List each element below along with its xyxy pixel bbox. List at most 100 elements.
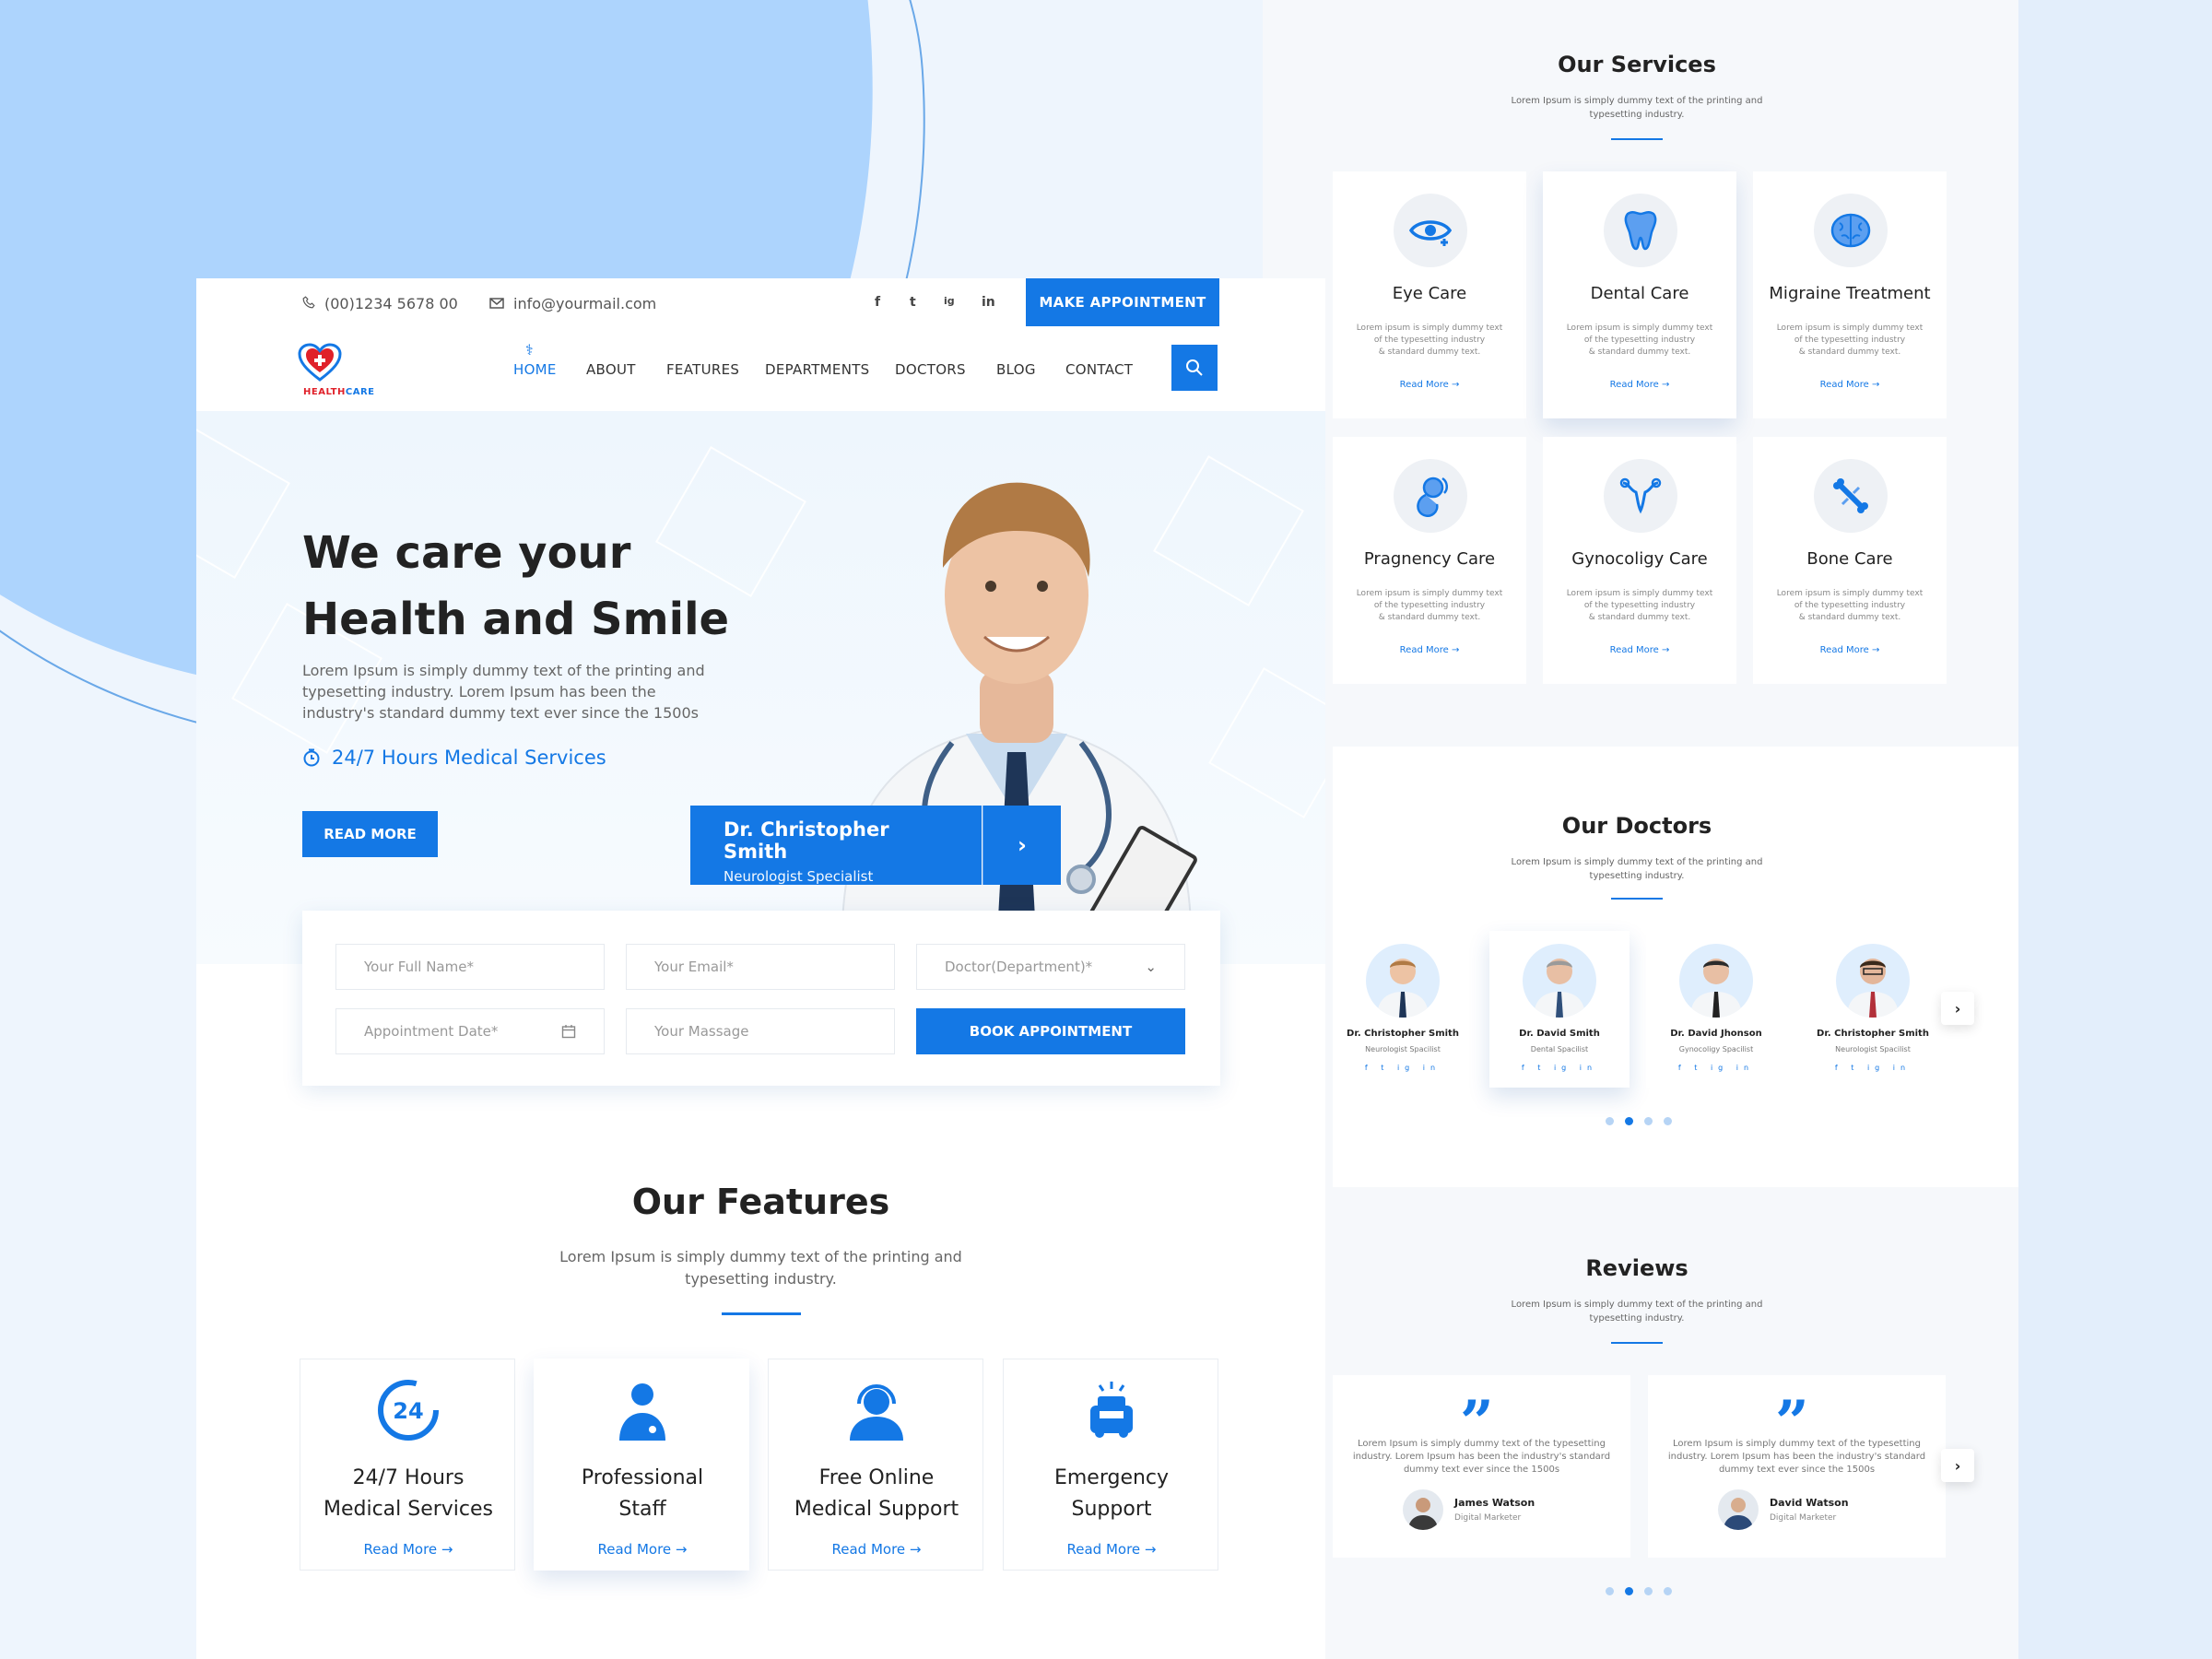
message-field[interactable]: Your Massage bbox=[626, 1008, 895, 1054]
doctor-social-links[interactable]: f t ig in bbox=[1803, 1064, 1943, 1072]
service-read-more-link[interactable]: Read More → bbox=[1543, 645, 1736, 655]
doctor-social-links[interactable]: f t ig in bbox=[1333, 1064, 1473, 1072]
linkedin-icon[interactable]: in bbox=[982, 295, 995, 310]
full-name-placeholder: Your Full Name* bbox=[364, 959, 474, 975]
feature-read-more-link[interactable]: Read More → bbox=[300, 1541, 516, 1558]
doctor-card[interactable]: Dr. Christopher Smith Neurologist Spacil… bbox=[1333, 931, 1473, 1088]
nav-features[interactable]: FEATURES bbox=[666, 361, 739, 378]
brain-icon bbox=[1830, 213, 1871, 248]
doctor-avatar bbox=[1679, 944, 1753, 1018]
service-desc-line2: of the typesetting industry bbox=[1794, 601, 1906, 610]
feature-card[interactable]: Professional Staff Read More → bbox=[534, 1359, 749, 1571]
reviewer-role: Digital Marketer bbox=[1454, 1513, 1522, 1523]
ambulance-icon bbox=[1090, 1382, 1133, 1438]
carousel-dot[interactable] bbox=[1644, 1587, 1653, 1595]
reviews-subtitle: Lorem Ipsum is simply dummy text of the … bbox=[1333, 1298, 1941, 1325]
feature-read-more-link[interactable]: Read More → bbox=[1004, 1541, 1219, 1558]
feature-title: Emergency Support bbox=[1004, 1463, 1219, 1525]
doctor-card[interactable]: Dr. David Jhonson Gynocoligy Spacilist f… bbox=[1646, 931, 1786, 1088]
reviews-next-button[interactable]: › bbox=[1941, 1449, 1974, 1482]
service-icon-circle bbox=[1394, 194, 1467, 267]
services-subtitle-line1: Lorem Ipsum is simply dummy text of the … bbox=[1511, 96, 1763, 106]
feature-title: Professional Staff bbox=[535, 1463, 750, 1525]
uterus-icon bbox=[1619, 477, 1662, 514]
feature-card[interactable]: Emergency Support Read More → bbox=[1003, 1359, 1218, 1571]
full-name-field[interactable]: Your Full Name* bbox=[335, 944, 605, 990]
nav-doctors[interactable]: DOCTORS bbox=[895, 361, 966, 378]
service-card[interactable]: Bone Care Lorem ipsum is simply dummy te… bbox=[1753, 437, 1947, 684]
twitter-icon[interactable]: t bbox=[910, 295, 916, 310]
nav-home[interactable]: HOME bbox=[513, 361, 557, 378]
featured-doctor-card[interactable]: Dr. Christopher Smith Neurologist Specia… bbox=[690, 806, 982, 885]
doctor-social-links[interactable]: f t ig in bbox=[1646, 1064, 1786, 1072]
doctors-subtitle: Lorem Ipsum is simply dummy text of the … bbox=[1333, 855, 1941, 883]
service-read-more-link[interactable]: Read More → bbox=[1333, 380, 1526, 390]
services-subtitle-line2: typesetting industry. bbox=[1589, 110, 1685, 120]
reviews-carousel-dots bbox=[1606, 1587, 1672, 1595]
doctors-divider bbox=[1611, 898, 1663, 900]
carousel-dot[interactable] bbox=[1625, 1117, 1633, 1125]
review-text: Lorem Ipsum is simply dummy text of the … bbox=[1352, 1439, 1611, 1475]
doctor-card[interactable]: Dr. Christopher Smith Neurologist Spacil… bbox=[1803, 931, 1943, 1088]
search-button[interactable] bbox=[1171, 345, 1218, 391]
service-desc-line2: of the typesetting industry bbox=[1373, 601, 1486, 610]
phone-icon bbox=[302, 295, 315, 312]
service-read-more-link[interactable]: Read More → bbox=[1753, 645, 1947, 655]
feature-read-more-link[interactable]: Read More → bbox=[535, 1541, 750, 1558]
eye-icon bbox=[1409, 220, 1452, 246]
facebook-icon[interactable]: f bbox=[875, 295, 880, 310]
service-read-more-link[interactable]: Read More → bbox=[1333, 645, 1526, 655]
service-desc-line2: of the typesetting industry bbox=[1373, 335, 1486, 345]
carousel-dot[interactable] bbox=[1664, 1117, 1672, 1125]
service-card[interactable]: Gynocoligy Care Lorem ipsum is simply du… bbox=[1543, 437, 1736, 684]
carousel-dot[interactable] bbox=[1606, 1587, 1614, 1595]
hero-service-line: 24/7 Hours Medical Services bbox=[302, 747, 606, 769]
carousel-dot[interactable] bbox=[1664, 1587, 1672, 1595]
calendar-icon bbox=[561, 1025, 576, 1039]
chevron-right-icon[interactable]: › bbox=[982, 806, 1061, 885]
reviewer-name: James Watson bbox=[1454, 1497, 1535, 1509]
email-contact[interactable]: info@yourmail.com bbox=[489, 295, 656, 312]
search-icon bbox=[1186, 359, 1203, 376]
nav-blog[interactable]: BLOG bbox=[996, 361, 1036, 378]
make-appointment-button[interactable]: MAKE APPOINTMENT bbox=[1026, 278, 1219, 326]
doctor-avatar bbox=[1523, 944, 1596, 1018]
service-title: Eye Care bbox=[1392, 284, 1467, 303]
date-placeholder: Appointment Date* bbox=[364, 1023, 499, 1040]
department-select[interactable]: Doctor(Department)* ⌄ bbox=[916, 944, 1185, 990]
nav-contact[interactable]: CONTACT bbox=[1065, 361, 1133, 378]
appointment-date-field[interactable]: Appointment Date* bbox=[335, 1008, 605, 1054]
phone-contact[interactable]: (00)1234 5678 00 bbox=[302, 295, 458, 312]
service-read-more-link[interactable]: Read More → bbox=[1543, 380, 1736, 390]
book-appointment-button[interactable]: BOOK APPOINTMENT bbox=[916, 1008, 1185, 1054]
service-card[interactable]: Dental Care Lorem ipsum is simply dummy … bbox=[1543, 171, 1736, 418]
doctor-card[interactable]: Dr. David Smith Dental Spacilist f t ig … bbox=[1489, 931, 1630, 1088]
service-read-more-link[interactable]: Read More → bbox=[1753, 380, 1947, 390]
doctors-next-button[interactable]: › bbox=[1941, 992, 1974, 1025]
hero-title-line2: Health and Smile bbox=[302, 594, 730, 645]
stethoscope-icon: ⚕ bbox=[525, 341, 534, 359]
service-card[interactable]: Eye Care Lorem ipsum is simply dummy tex… bbox=[1333, 171, 1526, 418]
service-card[interactable]: Pragnency Care Lorem ipsum is simply dum… bbox=[1333, 437, 1526, 684]
features-title: Our Features bbox=[631, 1182, 890, 1222]
service-icon-circle bbox=[1394, 459, 1467, 533]
read-more-button[interactable]: READ MORE bbox=[302, 811, 438, 857]
instagram-icon[interactable]: ig bbox=[944, 295, 955, 307]
feature-card[interactable]: Free Online Medical Support Read More → bbox=[768, 1359, 983, 1571]
nav-about[interactable]: ABOUT bbox=[586, 361, 636, 378]
service-title: Migraine Treatment bbox=[1769, 284, 1931, 303]
feature-read-more-link[interactable]: Read More → bbox=[769, 1541, 984, 1558]
reviewer-avatar bbox=[1718, 1489, 1759, 1530]
service-card[interactable]: Migraine Treatment Lorem ipsum is simply… bbox=[1753, 171, 1947, 418]
nav-departments[interactable]: DEPARTMENTS bbox=[765, 361, 870, 378]
feature-card[interactable]: 24 24/7 Hours Medical Services Read More … bbox=[300, 1359, 515, 1571]
service-description: Lorem ipsum is simply dummy text of the t… bbox=[1773, 588, 1926, 624]
feature-title-line1: 24/7 Hours bbox=[352, 1466, 465, 1489]
carousel-dot[interactable] bbox=[1644, 1117, 1653, 1125]
doctor-social-links[interactable]: f t ig in bbox=[1489, 1064, 1630, 1072]
carousel-dot[interactable] bbox=[1606, 1117, 1614, 1125]
email-field[interactable]: Your Email* bbox=[626, 944, 895, 990]
carousel-dot[interactable] bbox=[1625, 1587, 1633, 1595]
landing-page: (00)1234 5678 00 info@yourmail.com f t i… bbox=[196, 278, 1325, 1659]
review-card: ” Lorem Ipsum is simply dummy text of th… bbox=[1333, 1375, 1630, 1558]
